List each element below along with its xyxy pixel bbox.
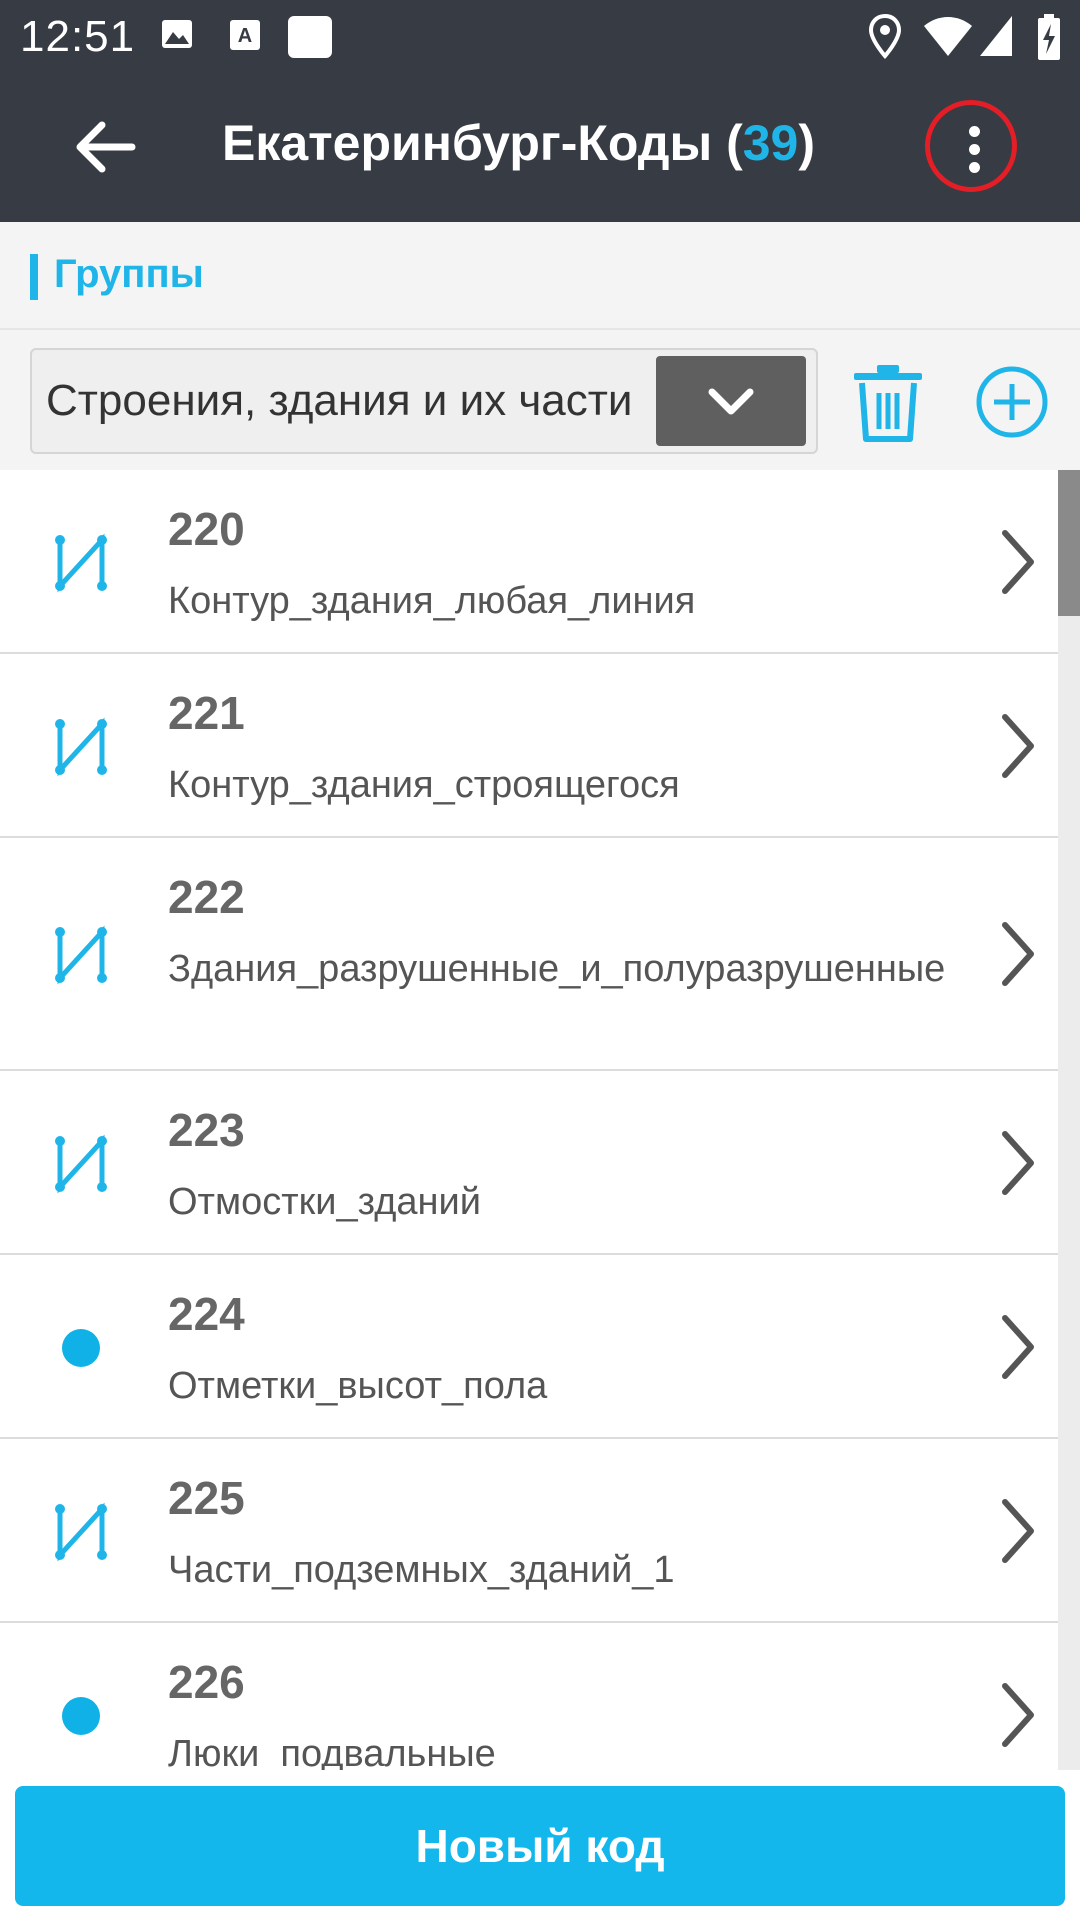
codes-list[interactable]: 220 Контур_здания_любая_линия 221 Контур… (0, 470, 1058, 1770)
chevron-right-icon (1002, 714, 1034, 778)
image-icon (162, 20, 192, 48)
scrollbar-thumb[interactable] (1058, 470, 1080, 616)
list-item[interactable]: 226 Люки_подвальные (0, 1623, 1058, 1770)
code-count: 39 (742, 115, 799, 171)
point-icon (62, 1329, 100, 1367)
list-item[interactable]: 221 Контур_здания_строящегося (0, 654, 1058, 838)
chevron-right-icon (1002, 1683, 1034, 1747)
chevron-right-icon (1002, 530, 1034, 594)
arrow-left-icon[interactable] (70, 117, 140, 177)
point-icon (62, 1697, 100, 1735)
selected-group: Строения, здания и их части (46, 376, 633, 425)
code-number: 225 (168, 1472, 245, 1524)
polyline-icon (55, 1502, 107, 1562)
signal-icon (980, 16, 1012, 56)
polyline-icon (55, 925, 107, 985)
code-number: 221 (168, 687, 245, 739)
code-name: Отмостки_зданий (168, 1181, 481, 1223)
polyline-icon (55, 1134, 107, 1194)
code-number: 226 (168, 1656, 245, 1708)
code-number: 224 (168, 1288, 245, 1340)
dropdown-toggle-button[interactable] (656, 356, 806, 446)
code-number: 223 (168, 1104, 245, 1156)
code-number: 220 (168, 503, 245, 555)
code-name: Части_подземных_зданий_1 (168, 1549, 675, 1591)
chevron-right-icon (1002, 1499, 1034, 1563)
code-name: Здания_разрушенные_и_полуразрушенные (168, 948, 946, 990)
list-item[interactable]: 223 Отмостки_зданий (0, 1071, 1058, 1255)
chevron-right-icon (1002, 1131, 1034, 1195)
chevron-right-icon (1002, 922, 1034, 986)
status-bar: 12:51 A (0, 0, 1080, 72)
code-name: Контур_здания_любая_линия (168, 580, 696, 622)
code-name: Контур_здания_строящегося (168, 764, 680, 806)
section-accent-bar (30, 254, 38, 300)
svg-text:A: A (238, 25, 252, 47)
list-item[interactable]: 225 Части_подземных_зданий_1 (0, 1439, 1058, 1623)
title-text: Екатеринбург-Коды ( (222, 115, 743, 171)
square-notification-icon (288, 16, 332, 58)
location-icon (868, 13, 902, 60)
plus-circle-icon[interactable] (974, 364, 1050, 440)
title-suffix: ) (798, 115, 816, 171)
trash-icon[interactable] (850, 363, 926, 443)
polyline-icon (55, 533, 107, 593)
group-dropdown[interactable]: Строения, здания и их части (30, 348, 818, 454)
wifi-icon (924, 17, 972, 56)
list-item[interactable]: 222 Здания_разрушенные_и_полуразрушенные (0, 838, 1058, 1071)
groups-section-header: Группы (0, 222, 1080, 330)
scrollbar-track[interactable] (1058, 470, 1080, 1770)
bottom-bar: Новый код (0, 1770, 1080, 1920)
chevron-down-icon (708, 388, 754, 415)
list-item[interactable]: 224 Отметки_высот_пола (0, 1255, 1058, 1439)
more-vert-icon[interactable] (925, 100, 1017, 192)
code-number: 222 (168, 871, 245, 923)
new-code-button[interactable]: Новый код (15, 1786, 1065, 1906)
status-time: 12:51 (20, 12, 136, 61)
polyline-icon (55, 717, 107, 777)
app-bar: Екатеринбург-Коды (39) (0, 72, 1080, 222)
a-font-icon: A (230, 20, 260, 50)
code-name: Люки_подвальные (168, 1733, 496, 1770)
group-selector-row: Строения, здания и их части (0, 330, 1080, 470)
battery-charging-icon (1038, 14, 1060, 60)
code-name: Отметки_высот_пола (168, 1365, 548, 1407)
groups-label: Группы (54, 252, 204, 296)
chevron-right-icon (1002, 1315, 1034, 1379)
list-item[interactable]: 220 Контур_здания_любая_линия (0, 470, 1058, 654)
page-title: Екатеринбург-Коды (39) (222, 114, 815, 172)
